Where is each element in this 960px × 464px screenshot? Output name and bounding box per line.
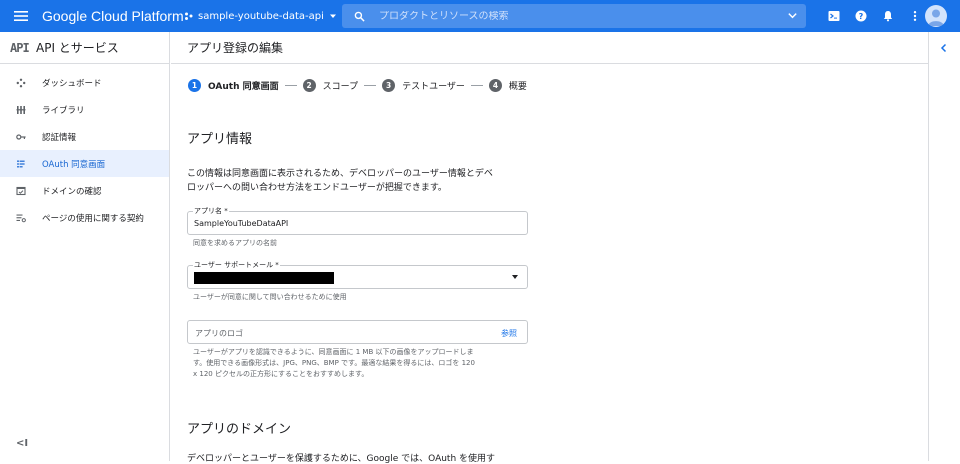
more-vert-icon	[913, 11, 916, 21]
notifications-button[interactable]	[874, 0, 901, 32]
step-divider	[284, 84, 297, 86]
sidebar-item-label: ドメインの確認	[42, 186, 102, 197]
brand-title[interactable]: Google Cloud Platform	[42, 8, 184, 24]
help-button[interactable]: ?	[847, 0, 874, 32]
step-oauth-consent[interactable]: 1 OAuth 同意画面	[188, 78, 279, 92]
key-icon	[16, 133, 26, 140]
step-label: OAuth 同意画面	[208, 81, 279, 92]
search-bar[interactable]	[342, 4, 806, 28]
step-summary[interactable]: 4 概要	[488, 78, 527, 92]
step-divider	[470, 84, 483, 86]
domain-verification-icon	[16, 186, 26, 195]
app-info-section: アプリ情報 この情報は同意画面に表示されるため、デベロッパーのユーザー情報とデベ…	[187, 128, 532, 378]
app-name-label: アプリ名 *	[193, 206, 229, 216]
app-domain-title: アプリのドメイン	[187, 422, 292, 437]
terminal-icon	[828, 11, 839, 21]
hint-line: す。使用できる画像形式は、JPG、PNG、BMP です。最適な結果を得るには、ロ…	[193, 359, 475, 367]
app-logo-field[interactable]: アプリのロゴ 参照	[187, 320, 528, 344]
search-icon	[354, 11, 365, 22]
sidebar-item-dashboard[interactable]: ダッシュボード	[0, 69, 169, 96]
step-test-users[interactable]: 3 テストユーザー	[382, 78, 465, 92]
hint-line: ユーザーがアプリを認識できるように、同意画面に 1 MB 以下の画像をアップロー…	[193, 348, 474, 356]
top-app-bar: Google Cloud Platform sample-youtube-dat…	[0, 0, 960, 32]
consent-icon	[17, 159, 25, 168]
main-menu-button[interactable]	[0, 0, 42, 32]
dropdown-arrow-icon	[512, 275, 518, 279]
svg-text:?: ?	[858, 12, 863, 21]
api-logo: API	[10, 40, 30, 55]
sidebar-nav: ダッシュボード ライブラリ 認証情報 OAuth 同意画面 ドメインの確認 ペー…	[0, 64, 169, 231]
sidebar-item-label: OAuth 同意画面	[42, 159, 106, 170]
app-logo-placeholder: アプリのロゴ	[195, 329, 243, 338]
app-name-hint: 同意を求めるアプリの名前	[193, 239, 277, 247]
project-selector[interactable]: sample-youtube-data-api	[184, 11, 340, 22]
user-avatar-icon	[928, 9, 944, 26]
hamburger-menu-icon	[14, 11, 28, 21]
app-name-field[interactable]: アプリ名 * SampleYouTubeDataAPI	[187, 206, 528, 235]
support-email-hint: ユーザーが同意に関して問い合わせるために使用	[193, 293, 347, 301]
settings-list-icon	[16, 214, 26, 222]
support-email-select[interactable]: ユーザー サポートメール *	[187, 260, 528, 289]
sidebar-item-library[interactable]: ライブラリ	[0, 96, 169, 123]
sidebar-item-label: ライブラリ	[42, 105, 85, 116]
step-number: 3	[382, 78, 396, 92]
step-divider	[364, 84, 377, 86]
more-options-button[interactable]	[901, 0, 928, 32]
app-logo-hint: ユーザーがアプリを認識できるように、同意画面に 1 MB 以下の画像をアップロー…	[193, 347, 475, 380]
sidebar-header: API API とサービス	[0, 32, 169, 64]
right-panel-rail	[928, 32, 960, 461]
dashboard-icon	[16, 78, 26, 87]
sidebar-item-label: ページの使用に関する契約	[42, 213, 144, 224]
project-icon	[185, 12, 193, 20]
hint-line: x 120 ピクセルの正方形にすることをおすすめします。	[193, 370, 369, 378]
support-email-label: ユーザー サポートメール *	[193, 260, 280, 270]
sidebar-item-label: 認証情報	[42, 132, 77, 143]
top-actions: ?	[820, 0, 928, 32]
bell-icon	[883, 11, 892, 22]
sidebar-item-label: ダッシュボード	[42, 78, 102, 89]
cloud-shell-button[interactable]	[820, 0, 847, 32]
sidebar-item-oauth-consent[interactable]: OAuth 同意画面	[0, 150, 169, 177]
sidebar-item-credentials[interactable]: 認証情報	[0, 123, 169, 150]
step-scopes[interactable]: 2 スコープ	[302, 78, 359, 92]
help-icon: ?	[855, 10, 866, 22]
step-number: 2	[302, 78, 316, 92]
step-label: 概要	[508, 81, 527, 92]
app-domain-description: デベロッパーとユーザーを保護するために、Google では、OAuth を使用す	[187, 454, 496, 464]
sidebar-title: API とサービス	[36, 41, 119, 55]
collapse-sidebar-button[interactable]: <I	[16, 438, 28, 449]
stepper: 1 OAuth 同意画面 2 スコープ 3 テストユーザー 4 概要	[171, 64, 928, 106]
description-line: この情報は同意画面に表示されるため、デベロッパーのユーザー情報とデベ	[187, 169, 493, 179]
step-number: 1	[188, 78, 201, 92]
expand-search-icon[interactable]	[787, 10, 798, 21]
chevron-left-icon[interactable]	[939, 43, 949, 53]
main-content: アプリ登録の編集 1 OAuth 同意画面 2 スコープ 3 テストユーザー 4…	[171, 32, 928, 464]
search-input[interactable]	[379, 10, 769, 22]
app-info-title: アプリ情報	[187, 132, 253, 147]
account-avatar[interactable]	[925, 5, 947, 27]
step-label: テストユーザー	[402, 81, 465, 92]
sidebar-item-page-usage-agreements[interactable]: ページの使用に関する契約	[0, 204, 169, 231]
page-header: アプリ登録の編集	[171, 32, 928, 64]
redacted-email-value	[194, 272, 334, 284]
app-info-description: この情報は同意画面に表示されるため、デベロッパーのユーザー情報とデベ ロッパーへ…	[187, 167, 532, 195]
step-number: 4	[488, 78, 502, 92]
step-label: スコープ	[322, 81, 359, 92]
library-icon	[16, 105, 26, 114]
sidebar: API API とサービス ダッシュボード ライブラリ 認証情報 OAuth 同…	[0, 32, 170, 461]
project-name: sample-youtube-data-api	[198, 10, 324, 22]
page-title: アプリ登録の編集	[187, 41, 284, 55]
description-line: ロッパーへの問い合わせ方法をエンドユーザーが把握できます。	[187, 183, 447, 193]
chevron-down-icon	[329, 14, 336, 18]
browse-button[interactable]: 参照	[501, 328, 517, 339]
app-name-input[interactable]: SampleYouTubeDataAPI	[194, 219, 288, 228]
sidebar-item-domain-verification[interactable]: ドメインの確認	[0, 177, 169, 204]
